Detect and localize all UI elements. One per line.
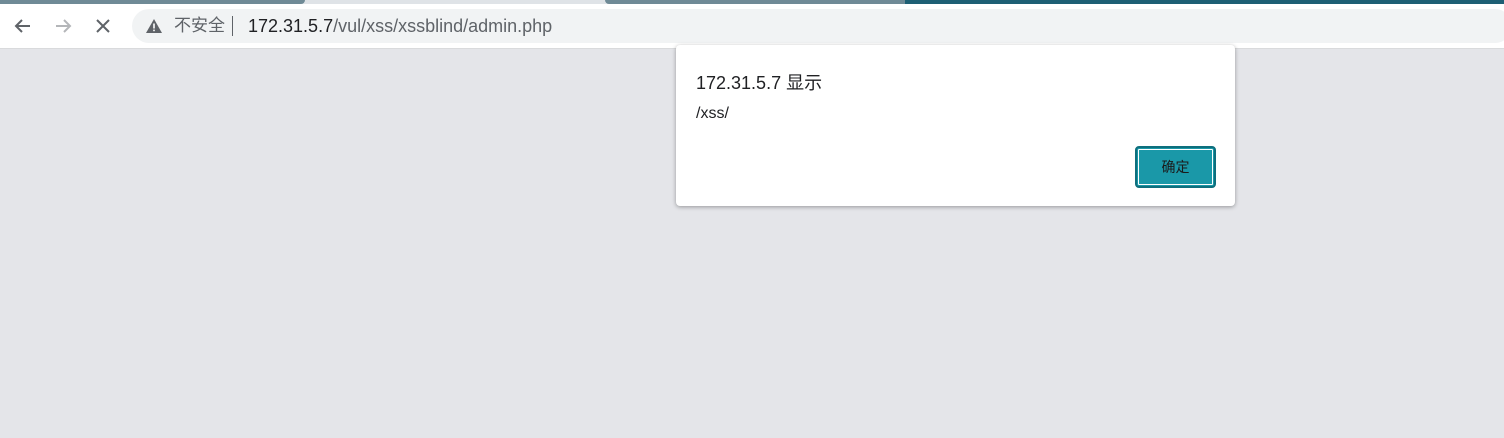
warning-triangle-icon[interactable] (146, 19, 162, 33)
alert-dialog: 172.31.5.7 显示 /xss/ 确定 (676, 45, 1235, 206)
close-icon (96, 19, 110, 33)
forward-arrow-icon (56, 19, 72, 33)
url-text[interactable]: 172.31.5.7/vul/xss/xssblind/admin.php (248, 17, 552, 35)
dialog-title: 172.31.5.7 显示 (696, 73, 823, 93)
url-host: 172.31.5.7 (248, 16, 334, 36)
back-button[interactable] (7, 10, 39, 42)
divider (232, 16, 233, 36)
forward-button[interactable] (47, 10, 79, 42)
ok-button[interactable]: 确定 (1135, 146, 1216, 188)
security-status-label[interactable]: 不安全 (174, 17, 225, 35)
browser-toolbar: 不安全 172.31.5.7/vul/xss/xssblind/admin.ph… (0, 4, 1504, 49)
back-arrow-icon (14, 19, 30, 33)
dialog-message: /xss/ (696, 105, 729, 122)
url-path: /vul/xss/xssblind/admin.php (333, 16, 553, 36)
stop-loading-button[interactable] (87, 10, 119, 42)
address-bar[interactable]: 不安全 172.31.5.7/vul/xss/xssblind/admin.ph… (132, 9, 1504, 43)
